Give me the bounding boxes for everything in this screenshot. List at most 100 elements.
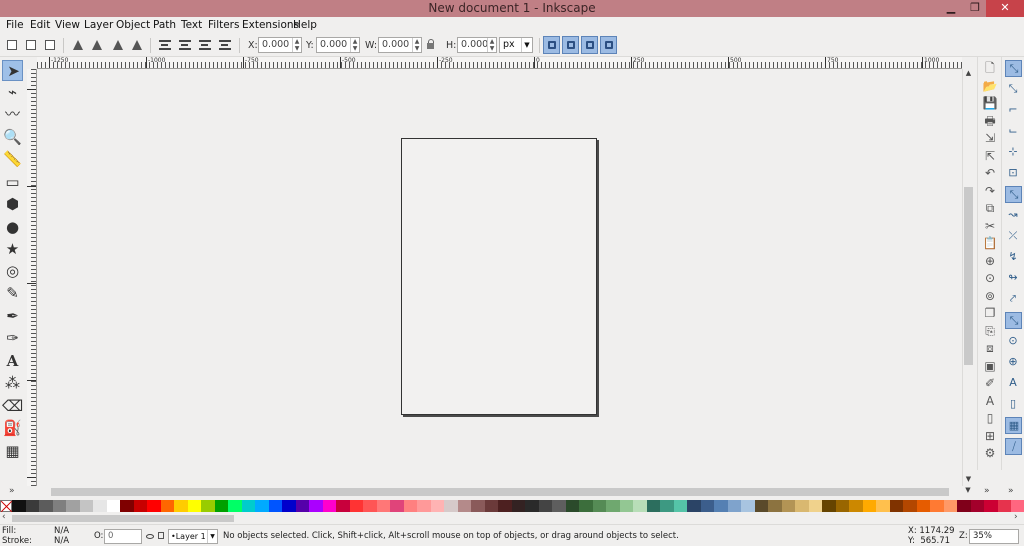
palette-swatch[interactable] xyxy=(255,500,269,512)
flip-horizontal-icon[interactable] xyxy=(110,37,126,53)
palette-swatch[interactable] xyxy=(174,500,188,512)
menu-path[interactable]: Path xyxy=(153,19,176,31)
palette-swatch[interactable] xyxy=(214,500,228,512)
snap-object-center-toggle[interactable]: ⊙ xyxy=(1005,333,1022,350)
palette-swatch[interactable] xyxy=(363,500,377,512)
deselect-icon[interactable] xyxy=(42,37,58,53)
snap-bbox-toggle[interactable]: ⤡ xyxy=(1005,81,1022,98)
node-tool[interactable]: ⌁ xyxy=(2,82,23,103)
palette-swatch[interactable] xyxy=(498,500,512,512)
palette-swatch[interactable] xyxy=(889,500,903,512)
snap-page-border-toggle[interactable]: ▯ xyxy=(1005,396,1022,413)
palette-swatch[interactable] xyxy=(538,500,552,512)
palette-swatch[interactable] xyxy=(849,500,863,512)
menu-file[interactable]: File xyxy=(6,19,24,31)
palette-swatch[interactable] xyxy=(903,500,917,512)
palette-swatch[interactable] xyxy=(795,500,809,512)
cut-button[interactable]: ✂ xyxy=(982,218,998,234)
palette-swatch[interactable] xyxy=(133,500,147,512)
select-all-layers-icon[interactable] xyxy=(23,37,39,53)
spin-arrows-icon[interactable]: ▲ ▼ xyxy=(487,38,496,52)
print-button[interactable]: 🖶 xyxy=(982,113,998,129)
select-all-icon[interactable] xyxy=(4,37,20,53)
stroke-value[interactable]: N/A xyxy=(54,536,69,546)
palette-swatch[interactable] xyxy=(66,500,80,512)
palette-scroll-right-icon[interactable]: › xyxy=(1014,512,1018,522)
snap-bbox-edge-toggle[interactable]: ⌐ xyxy=(1005,102,1022,119)
zoom-selection-button[interactable]: ⊕ xyxy=(982,253,998,269)
duplicate-button[interactable]: ❐ xyxy=(982,305,998,321)
snap-smooth-toggle[interactable]: ↬ xyxy=(1005,270,1022,287)
palette-swatch[interactable] xyxy=(457,500,471,512)
eraser-tool[interactable]: ⌫ xyxy=(2,396,23,417)
selector-tool[interactable]: ➤ xyxy=(2,60,23,81)
spray-tool[interactable]: ⁂ xyxy=(2,373,23,394)
palette-swatch[interactable] xyxy=(349,500,363,512)
3d-box-tool[interactable]: ⬢ xyxy=(2,194,23,215)
palette-swatch[interactable] xyxy=(309,500,323,512)
menu-extensions[interactable]: Extensions xyxy=(242,19,299,31)
snap-path-toggle[interactable]: ↝ xyxy=(1005,207,1022,224)
snap-bbox-center-toggle[interactable]: ⊡ xyxy=(1005,165,1022,182)
palette-swatch[interactable] xyxy=(25,500,39,512)
palette-swatch[interactable] xyxy=(147,500,161,512)
transform-patterns-toggle[interactable] xyxy=(600,36,617,54)
palette-swatch[interactable] xyxy=(430,500,444,512)
fill-value[interactable]: N/A xyxy=(54,526,69,536)
x-input[interactable]: 0.000 ▲ ▼ xyxy=(258,37,302,53)
flip-vertical-icon[interactable] xyxy=(129,37,145,53)
zoom-tool[interactable]: 🔍 xyxy=(2,127,23,148)
pencil-tool[interactable]: ✎ xyxy=(2,283,23,304)
palette-swatch[interactable] xyxy=(120,500,134,512)
palette-swatch[interactable] xyxy=(390,500,404,512)
save-document-button[interactable]: 💾 xyxy=(982,95,998,111)
snap-more-icon[interactable]: » xyxy=(1008,486,1014,496)
palette-swatch[interactable] xyxy=(1011,500,1024,512)
spin-arrows-icon[interactable]: ▲ ▼ xyxy=(412,38,421,52)
palette-swatch[interactable] xyxy=(741,500,755,512)
width-input[interactable]: 0.000 ▲ ▼ xyxy=(378,37,422,53)
palette-swatch[interactable] xyxy=(822,500,836,512)
snap-guide-toggle[interactable]: ⧸ xyxy=(1005,438,1022,455)
palette-swatch[interactable] xyxy=(592,500,606,512)
lock-icon[interactable] xyxy=(158,532,164,539)
zoom-drawing-button[interactable]: ⊙ xyxy=(982,270,998,286)
no-paint-swatch[interactable] xyxy=(0,500,12,512)
palette-swatch[interactable] xyxy=(552,500,566,512)
horizontal-ruler[interactable]: -1250 -1000 -750 -500 -250 0 250 500 750 1000 xyxy=(37,57,962,69)
palette-swatch[interactable] xyxy=(187,500,201,512)
palette-scrollbar[interactable]: ‹ › xyxy=(0,512,1024,524)
document-page[interactable] xyxy=(401,138,597,415)
palette-swatch[interactable] xyxy=(282,500,296,512)
vertical-scroll-thumb[interactable] xyxy=(964,187,973,365)
menu-text[interactable]: Text xyxy=(181,19,202,31)
eye-icon[interactable] xyxy=(146,534,154,539)
palette-swatch[interactable] xyxy=(714,500,728,512)
lock-ratio-icon[interactable] xyxy=(427,39,435,50)
copy-button[interactable]: ⧉ xyxy=(982,200,998,216)
palette-swatch[interactable] xyxy=(633,500,647,512)
palette-swatch[interactable] xyxy=(660,500,674,512)
menu-view[interactable]: View xyxy=(55,19,80,31)
palette-swatch[interactable] xyxy=(403,500,417,512)
palette-swatch[interactable] xyxy=(417,500,431,512)
palette-swatch[interactable] xyxy=(39,500,53,512)
spiral-tool[interactable]: ◎ xyxy=(2,261,23,282)
pen-tool[interactable]: ✒ xyxy=(2,306,23,327)
preferences-button[interactable]: ⚙ xyxy=(982,445,998,461)
palette-swatch[interactable] xyxy=(862,500,876,512)
commands-more-icon[interactable]: » xyxy=(984,486,990,496)
layer-select[interactable]: •Layer 1 ▼ xyxy=(168,529,218,544)
palette-swatch[interactable] xyxy=(916,500,930,512)
palette-swatch[interactable] xyxy=(444,500,458,512)
rotate-cw-icon[interactable] xyxy=(89,37,105,53)
minimize-icon[interactable]: ▁ xyxy=(940,0,962,17)
lower-icon[interactable] xyxy=(197,37,213,53)
text-font-button[interactable]: A xyxy=(982,393,998,409)
raise-to-top-icon[interactable] xyxy=(157,37,173,53)
snap-bbox-midpoint-toggle[interactable]: ⊹ xyxy=(1005,144,1022,161)
palette-swatch[interactable] xyxy=(930,500,944,512)
new-document-button[interactable]: 🗋 xyxy=(982,60,998,76)
redo-button[interactable]: ↷ xyxy=(982,183,998,199)
palette-swatch[interactable] xyxy=(79,500,93,512)
